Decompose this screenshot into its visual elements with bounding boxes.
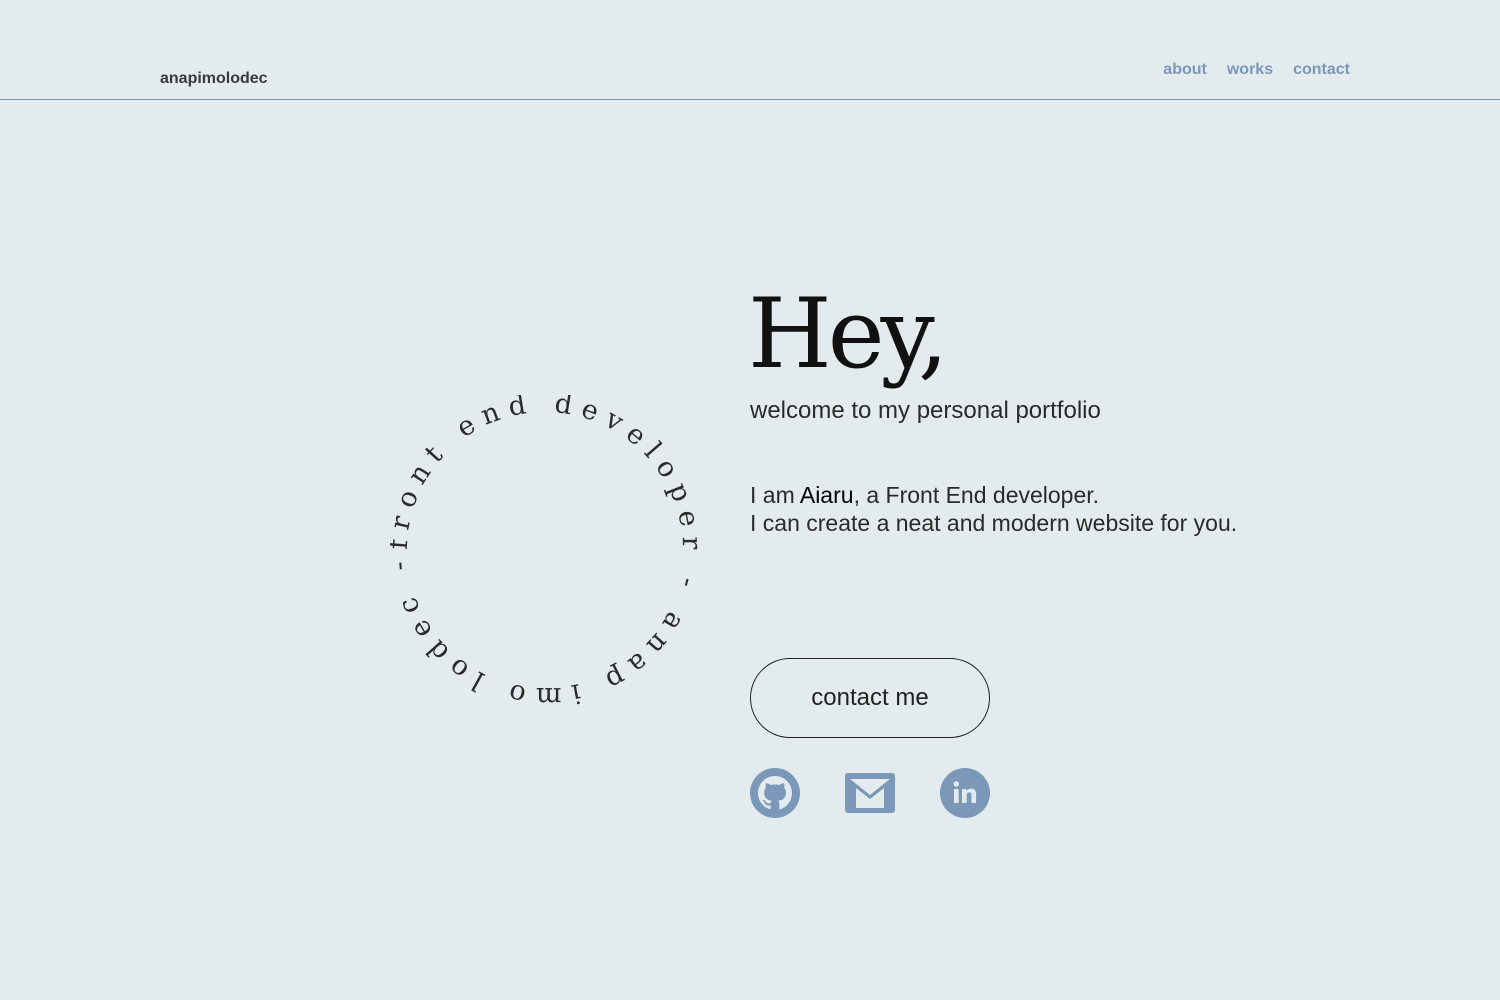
circular-text: front end developer - anap imo lodec - <box>390 395 700 705</box>
nav-link-contact[interactable]: contact <box>1293 61 1350 79</box>
contact-me-button[interactable]: contact me <box>750 658 990 738</box>
nav-link-works[interactable]: works <box>1227 61 1273 79</box>
nav-link-about[interactable]: about <box>1163 61 1207 79</box>
intro-line-2: I can create a neat and modern website f… <box>750 510 1238 536</box>
circular-text-badge: front end developer - anap imo lodec - <box>390 395 700 705</box>
intro-text: I am Aiaru, a Front End developer. I can… <box>750 481 1237 537</box>
hero-heading: Hey, <box>748 278 949 390</box>
linkedin-icon[interactable] <box>940 768 990 818</box>
intro-name: Aiaru <box>799 482 854 508</box>
github-icon[interactable] <box>750 768 800 818</box>
site-logo[interactable]: anapimolodec <box>160 70 268 88</box>
site-header: anapimolodec about works contact <box>0 0 1500 100</box>
hero-subtitle: welcome to my personal portfolio <box>750 397 1101 424</box>
gmail-icon[interactable] <box>845 768 895 818</box>
intro-prefix: I am <box>750 482 800 508</box>
intro-suffix: , a Front End developer. <box>853 482 1100 508</box>
main-nav: about works contact <box>1163 61 1350 79</box>
intro-line-1: I am Aiaru, a Front End developer. <box>750 481 1237 509</box>
